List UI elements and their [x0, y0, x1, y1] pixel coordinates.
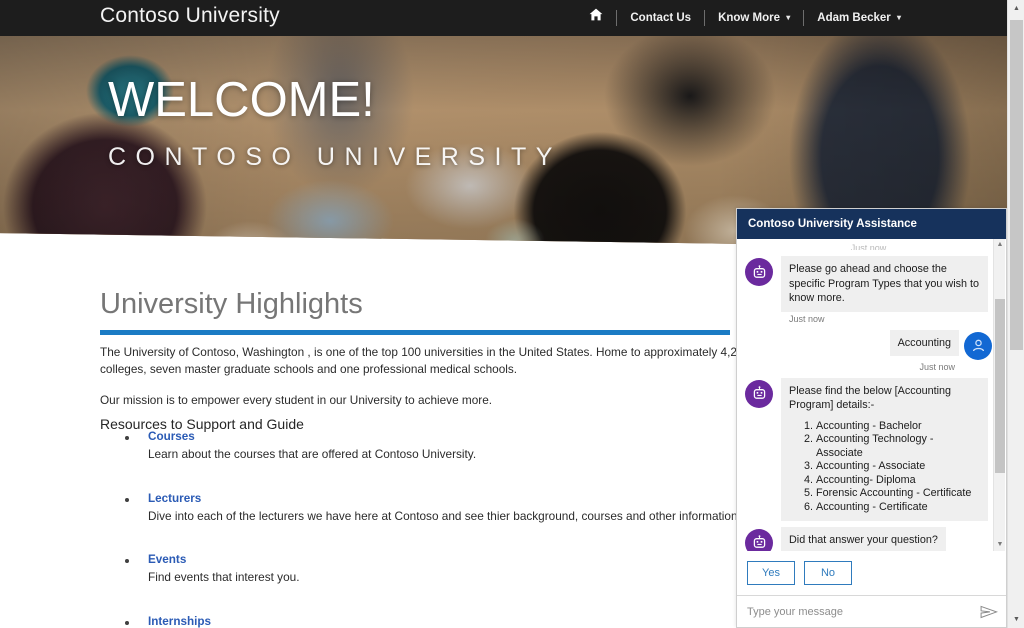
clipped-timestamp: Just now	[745, 243, 992, 250]
chevron-down-icon: ▾	[897, 13, 901, 22]
nav-links-group: Contact Us Know More ▾ Adam Becker ▾	[576, 0, 914, 36]
chat-bubble-text: Please find the below [Accounting Progra…	[789, 385, 951, 412]
home-icon	[589, 8, 603, 21]
chat-widget: Contoso University Assistance Just now P…	[736, 208, 1007, 628]
page-title: University Highlights	[100, 288, 363, 321]
program-list: Accounting - Bachelor Accounting Technol…	[807, 420, 980, 515]
list-item: Events Find events that interest you.	[100, 553, 800, 585]
browser-viewport: Contoso University Contact Us Know More …	[0, 0, 1024, 628]
chat-message-bot: Please go ahead and choose the specific …	[745, 256, 992, 312]
resource-desc-lecturers: Dive into each of the lecturers we have …	[148, 509, 800, 524]
chat-composer	[737, 595, 1006, 627]
nav-item-know-more[interactable]: Know More ▾	[705, 0, 803, 36]
send-icon[interactable]	[980, 605, 998, 619]
robot-icon	[745, 258, 773, 286]
hero-headline: WELCOME!	[108, 76, 562, 125]
nav-item-know-more-label: Know More	[718, 12, 780, 24]
site-brand-title[interactable]: Contoso University	[100, 4, 280, 28]
nav-item-user-menu[interactable]: Adam Becker ▾	[804, 0, 914, 36]
resources-list: Courses Learn about the courses that are…	[100, 430, 800, 628]
resource-link-courses[interactable]: Courses	[148, 430, 800, 444]
program-list-item: Accounting - Bachelor	[816, 420, 980, 434]
chat-timestamp: Just now	[745, 362, 955, 372]
bullet-icon	[125, 559, 129, 563]
hero-text-block: WELCOME! CONTOSO UNIVERSITY	[108, 76, 562, 172]
chat-bubble-text: Please go ahead and choose the specific …	[781, 256, 988, 312]
chevron-down-icon: ▾	[786, 13, 790, 22]
program-list-item: Accounting- Diploma	[816, 474, 980, 488]
quick-reply-yes-button[interactable]: Yes	[747, 561, 795, 585]
quick-reply-no-button[interactable]: No	[804, 561, 852, 585]
resource-desc-courses: Learn about the courses that are offered…	[148, 447, 800, 462]
chat-bubble-text: Did that answer your question?	[781, 527, 946, 551]
program-list-item: Accounting Technology - Associate	[816, 433, 980, 460]
chat-timestamp: Just now	[789, 314, 992, 324]
page-scroll-down-arrow[interactable]: ▼	[1008, 611, 1024, 628]
bullet-icon	[125, 621, 129, 625]
chat-scrollbar[interactable]: ▲ ▼	[993, 239, 1005, 551]
program-list-item: Accounting - Certificate	[816, 501, 980, 515]
nav-item-user-menu-label: Adam Becker	[817, 12, 891, 24]
message-input[interactable]	[747, 606, 976, 618]
page-scrollbar[interactable]: ▲ ▼	[1007, 0, 1024, 628]
quick-reply-group: Yes No	[737, 551, 1006, 595]
nav-home-link[interactable]	[576, 0, 616, 36]
chat-title: Contoso University Assistance	[748, 218, 917, 230]
page-scroll-up-arrow[interactable]: ▲	[1008, 0, 1024, 17]
nav-item-contact-us-label: Contact Us	[630, 12, 691, 24]
person-icon	[964, 332, 992, 360]
program-list-item: Accounting - Associate	[816, 460, 980, 474]
robot-icon	[745, 380, 773, 408]
chat-header[interactable]: Contoso University Assistance	[737, 209, 1006, 239]
chat-bubble-with-list: Please find the below [Accounting Progra…	[781, 378, 988, 521]
program-list-item: Forensic Accounting - Certificate	[816, 487, 980, 501]
top-navigation-bar: Contoso University Contact Us Know More …	[0, 0, 1024, 36]
hero-subheadline: CONTOSO UNIVERSITY	[108, 143, 562, 172]
list-item: Lecturers Dive into each of the lecturer…	[100, 492, 800, 524]
chat-bubble-text: Accounting	[890, 330, 959, 357]
chat-message-list[interactable]: Just now Please go ahead and choose the …	[737, 239, 1006, 551]
resource-link-internships[interactable]: Internships	[148, 615, 800, 628]
title-accent-bar	[100, 330, 730, 335]
bullet-icon	[125, 498, 129, 502]
resource-desc-events: Find events that interest you.	[148, 570, 800, 585]
chat-message-user: Accounting	[745, 330, 992, 360]
chat-scroll-thumb[interactable]	[995, 299, 1005, 473]
nav-item-contact-us[interactable]: Contact Us	[617, 0, 704, 36]
page-scroll-thumb[interactable]	[1010, 20, 1023, 350]
chat-scroll-up-arrow[interactable]: ▲	[994, 239, 1006, 251]
bullet-icon	[125, 436, 129, 440]
chat-message-bot: Please find the below [Accounting Progra…	[745, 378, 992, 521]
robot-icon	[745, 529, 773, 551]
resource-link-lecturers[interactable]: Lecturers	[148, 492, 800, 506]
chat-scroll-down-arrow[interactable]: ▼	[994, 539, 1006, 551]
resource-link-events[interactable]: Events	[148, 553, 800, 567]
list-item: Internships View available internships a…	[100, 615, 800, 628]
list-item: Courses Learn about the courses that are…	[100, 430, 800, 462]
chat-message-bot: Did that answer your question?	[745, 527, 992, 551]
